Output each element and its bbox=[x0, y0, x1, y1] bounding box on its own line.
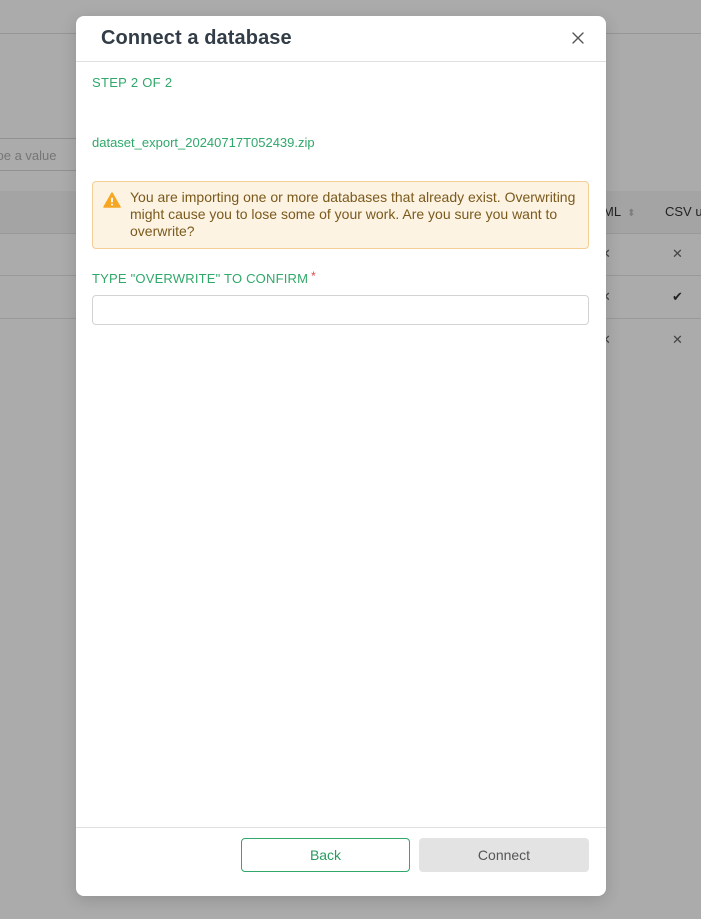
connect-database-modal: Connect a database STEP 2 OF 2 dataset_e… bbox=[76, 16, 606, 896]
confirm-field-label-text: TYPE "OVERWRITE" TO CONFIRM bbox=[92, 271, 309, 286]
overwrite-warning-alert: You are importing one or more databases … bbox=[92, 181, 589, 249]
warning-message: You are importing one or more databases … bbox=[130, 189, 576, 239]
modal-footer: Back Connect bbox=[76, 827, 606, 896]
close-button[interactable] bbox=[570, 30, 586, 46]
confirm-field-label: TYPE "OVERWRITE" TO CONFIRM * bbox=[92, 269, 317, 286]
step-indicator: STEP 2 OF 2 bbox=[92, 75, 173, 90]
overwrite-confirm-input[interactable] bbox=[92, 295, 589, 325]
modal-header: Connect a database bbox=[76, 16, 606, 62]
modal-title: Connect a database bbox=[101, 27, 292, 49]
warning-icon bbox=[103, 192, 121, 208]
import-file-name: dataset_export_20240717T052439.zip bbox=[92, 135, 315, 150]
close-icon bbox=[572, 32, 584, 44]
connect-button[interactable]: Connect bbox=[419, 838, 589, 872]
back-button[interactable]: Back bbox=[241, 838, 410, 872]
required-marker: * bbox=[311, 269, 317, 283]
